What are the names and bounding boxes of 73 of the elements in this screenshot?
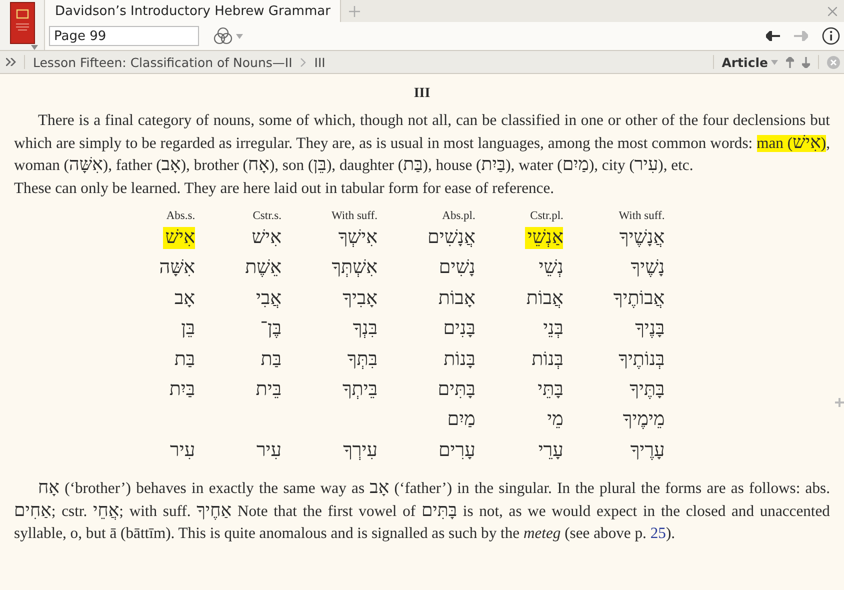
table-cell-text: בָּתִּים bbox=[438, 378, 476, 402]
table-cell-text: אָב bbox=[174, 286, 196, 311]
table-cell: אַנְשֵׁי bbox=[525, 227, 564, 249]
table-cell-text: עָרִים bbox=[438, 438, 476, 463]
table-cell-text: נְשֵׁי bbox=[538, 256, 564, 280]
table-cell-text: בַּת bbox=[260, 348, 282, 372]
table-cell-text: בֵּית bbox=[256, 378, 282, 402]
table-cell-text: עִירְךָ bbox=[343, 438, 378, 463]
new-tab-icon[interactable] bbox=[349, 6, 360, 17]
table-cell-text: אֲבִי bbox=[256, 286, 282, 311]
caret-icon bbox=[236, 34, 243, 38]
up-arrow-icon[interactable] bbox=[786, 56, 794, 68]
circles-dropdown[interactable] bbox=[213, 27, 243, 45]
column-header: Abs.pl. bbox=[442, 209, 476, 223]
table-cell-text: נָשִׁים bbox=[438, 256, 476, 280]
table-cell-text: בָּנֶיךָ bbox=[635, 317, 665, 342]
page-link[interactable]: 25 bbox=[650, 525, 666, 542]
caret-icon bbox=[771, 60, 778, 64]
table-cell-text: בָּתֵּי bbox=[538, 378, 564, 402]
table-cell-text: בַּת bbox=[174, 348, 196, 372]
table-cell-text: עִיר bbox=[256, 438, 282, 463]
table-cell-text: בָּנוֹת bbox=[444, 348, 476, 372]
column-header: With suff. bbox=[332, 209, 378, 223]
table-cell-text: אִשָּׁה bbox=[159, 256, 196, 280]
table-cell-text: אִשְׁתְּךָ bbox=[332, 256, 378, 280]
column-header: Cstr.pl. bbox=[530, 209, 564, 223]
expand-sidebar-icon[interactable] bbox=[6, 58, 16, 66]
table-cell-text: בְּנוֹת bbox=[532, 348, 564, 372]
table-cell-text: בֵּן bbox=[181, 317, 196, 342]
table-cell-text: בָּתֶּיךָ bbox=[630, 378, 665, 402]
table-cell-text: מֵימֶיךָ bbox=[622, 408, 665, 432]
table-cell-text: מַיִם bbox=[447, 408, 476, 432]
column-header: Cstr.s. bbox=[252, 209, 282, 223]
document-tab[interactable]: Davidson’s Introductory Hebrew Grammar bbox=[45, 0, 342, 22]
table-cell-text: אִישְׁךָ bbox=[338, 226, 378, 250]
table-cell-text: בָּנִים bbox=[443, 317, 476, 342]
table-cell-text: אֲבוֹת bbox=[526, 286, 564, 311]
breadcrumb-link[interactable]: III bbox=[314, 54, 326, 70]
table-cell-text: בֵּיתְךָ bbox=[342, 378, 378, 402]
table-cell: אִישׁ bbox=[163, 227, 196, 249]
forward-arrow-icon[interactable] bbox=[794, 31, 808, 41]
table-cell-text: בִּתְּךָ bbox=[347, 348, 378, 372]
section-heading: III bbox=[412, 86, 432, 102]
page-field[interactable]: Page 99 bbox=[49, 26, 199, 46]
plus-icon[interactable] bbox=[835, 398, 844, 407]
table-cell-text: אֲנָשֶׁיךָ bbox=[619, 226, 665, 250]
table-cell-text: אֲנָשִׁים bbox=[428, 226, 476, 250]
breadcrumb-link[interactable]: Lesson Fifteen: Classification of Nouns—II bbox=[33, 54, 292, 70]
table-cell-text: אִישׁ bbox=[252, 226, 282, 250]
chevron-icon bbox=[300, 58, 306, 66]
table-cell-text: נָשֶׁיךָ bbox=[630, 256, 665, 280]
table-cell-text: בִּנְךָ bbox=[352, 317, 378, 342]
close-circle-icon[interactable] bbox=[827, 56, 840, 68]
table-cell-text: מֵי bbox=[547, 408, 564, 432]
table-cell-text: אָבִיךָ bbox=[342, 286, 378, 311]
table-cell-text: אָבוֹת bbox=[438, 286, 476, 311]
close-icon[interactable] bbox=[828, 7, 837, 16]
table-cell-text: בְּנוֹתֶיךָ bbox=[618, 348, 665, 372]
table-cell-text: אֵשֶׁת bbox=[245, 256, 282, 280]
back-arrow-icon[interactable] bbox=[766, 31, 780, 41]
table-cell-text: אֲבוֹתֶיךָ bbox=[613, 286, 665, 311]
table-cell-text: עִיר bbox=[170, 438, 196, 463]
table-cell-text: עָרֵי bbox=[538, 438, 564, 463]
column-header: With suff. bbox=[618, 209, 665, 223]
column-header: Abs.s. bbox=[166, 209, 196, 223]
body-paragraph: These can only be learned. They are here laid out in tabular form for ease of reference. bbox=[14, 178, 556, 198]
table-cell-text: עָרֶיךָ bbox=[630, 438, 665, 463]
table-cell-text: בַּיִת bbox=[169, 378, 196, 402]
table-cell-text: בֶּן־ bbox=[260, 317, 282, 342]
info-icon[interactable] bbox=[822, 27, 840, 45]
down-arrow-icon[interactable] bbox=[802, 56, 810, 68]
table-cell-text: בְּנֵי bbox=[543, 317, 564, 342]
view-dropdown[interactable]: Article bbox=[722, 54, 778, 70]
